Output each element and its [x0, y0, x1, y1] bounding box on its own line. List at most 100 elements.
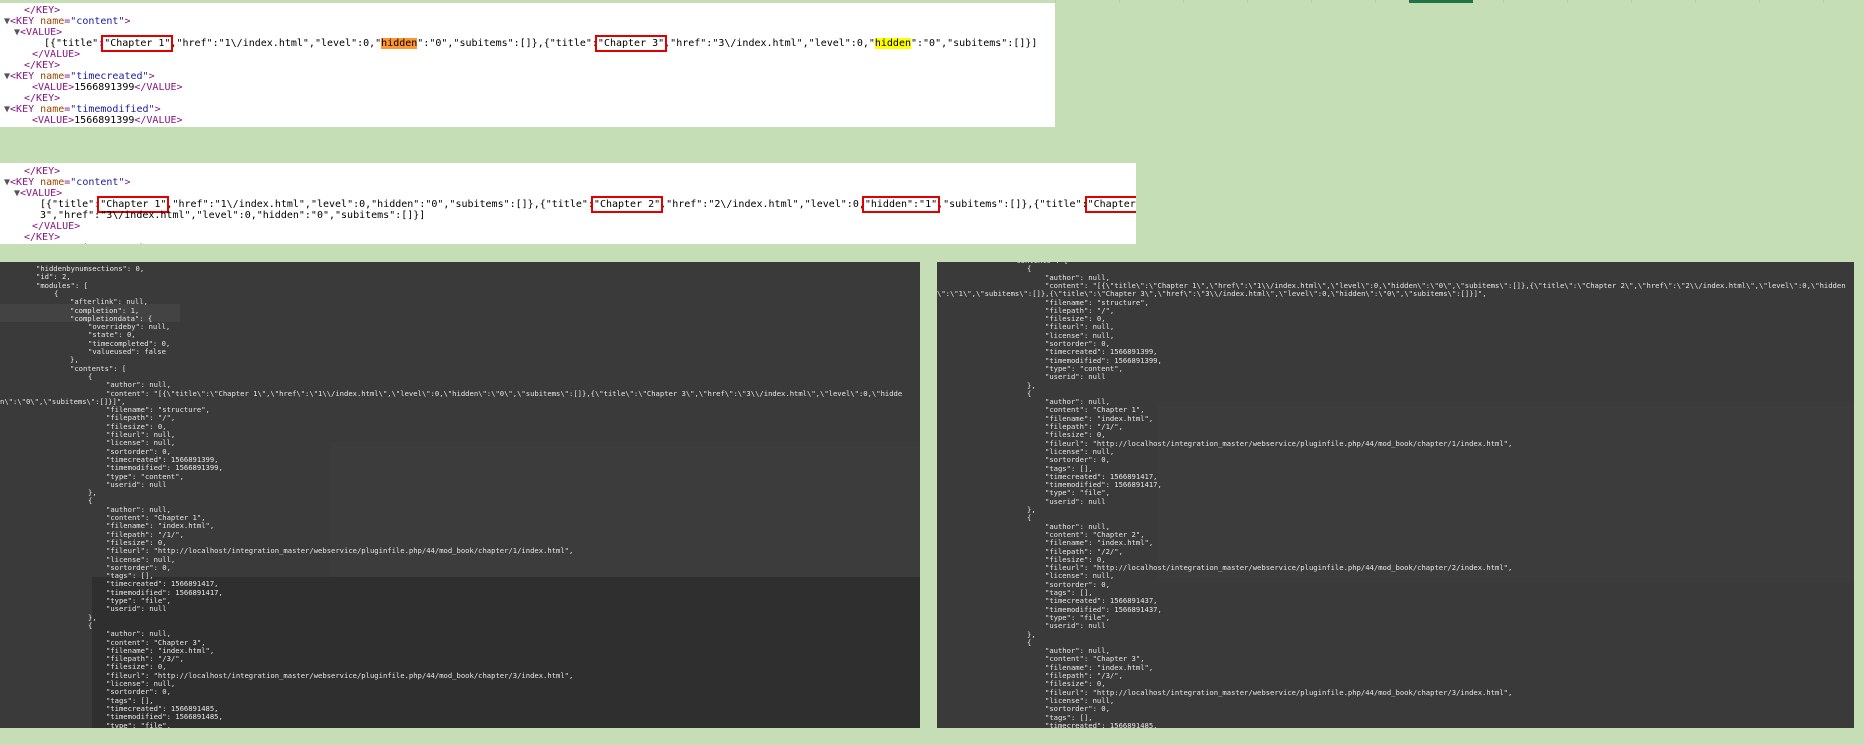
xml-attribute-value: "timecreated"	[70, 243, 148, 244]
json-line: "contents": [	[70, 363, 127, 373]
xml-value-text: 1566891399	[74, 115, 135, 126]
xml-tag-end: >	[124, 177, 131, 188]
xml-closing-tag: </VALUE>	[134, 82, 183, 93]
xml-opening-tag: <KEY	[10, 243, 34, 244]
xml-opening-tag: <KEY	[10, 104, 35, 115]
highlighted-chapter-title: "Chapter 1"	[97, 196, 170, 213]
json-line: "fileurl": "http://localhost/integration…	[106, 546, 574, 556]
json-line: "content": "[{\"title\":\"Chapter 1\",\"…	[106, 388, 903, 398]
find-match: hidden	[874, 38, 911, 49]
json-line: "modules": [	[36, 280, 88, 290]
xml-attribute-name: name	[40, 16, 65, 27]
highlighted-chapter-title: "Chapter 1"	[101, 35, 174, 52]
spreadsheet-column-grid	[1055, 0, 1864, 3]
xml-tag-end: >	[56, 188, 63, 199]
xml-tag-end: >	[56, 27, 63, 38]
xml-closing-tag: </KEY>	[24, 5, 61, 16]
json-line: "userid": null	[106, 479, 167, 489]
xml-line: ▼<KEY name="content">	[4, 177, 131, 188]
highlighted-hidden-flag: "hidden":"1"	[861, 196, 941, 213]
xml-tag-end: >	[124, 16, 131, 27]
xml-line: </KEY>	[24, 93, 60, 104]
json-line: "userid": null	[1045, 621, 1106, 631]
xml-attribute-name: name	[40, 104, 65, 115]
xml-line: </KEY>	[24, 5, 60, 16]
xml-line: ▼<KEY name="timemodified">	[4, 104, 161, 115]
xml-attribute-value: "content"	[70, 16, 125, 27]
json-line: {	[88, 496, 93, 506]
xml-line: [{"title":"Chapter 1","href":"1\/index.h…	[40, 196, 1136, 213]
background-ghost-table	[1157, 402, 1854, 582]
json-line: {	[88, 620, 93, 630]
json-response-left-panel[interactable]: "hiddenbynumsections": 0, "id": 2, "module…	[0, 262, 920, 728]
json-text: [{"title":	[44, 38, 105, 49]
json-line: {	[1027, 513, 1032, 523]
json-line: "fileurl": "http://localhost/integration…	[1045, 438, 1513, 448]
xml-line: ▼<VALUE>	[14, 27, 62, 38]
xml-value-text: 1566891399	[74, 82, 135, 93]
xml-line: ▼<VALUE>	[14, 188, 62, 199]
json-text: 3","href":"3\/index.html","level":0,"hid…	[40, 210, 426, 221]
xml-opening-tag: <KEY	[10, 71, 35, 82]
json-line: "contents": [	[1012, 262, 1068, 265]
xml-attribute-value: "timecreated"	[70, 71, 149, 82]
xml-line: </VALUE>	[32, 221, 80, 232]
json-line: \":\"1\",\"subitems\":[]},{\"title\":\"C…	[937, 289, 1487, 299]
json-response-right-panel[interactable]: "contents": [{"author": null,"content": …	[937, 262, 1854, 728]
xml-closing-tag: </VALUE>	[32, 49, 81, 60]
xml-line: </VALUE>	[32, 49, 80, 60]
highlighted-chapter-title: "Chapter 2"	[590, 196, 664, 213]
xml-opening-tag: <VALUE	[20, 27, 57, 38]
json-text: ,"href":"2\/index.html","level":0,	[660, 199, 865, 210]
json-line: "fileurl": "http://localhost/integration…	[1045, 687, 1513, 697]
xml-view-previous-structure[interactable]: </KEY> ▼<KEY name="content"> ▼<VALUE> [{"ti…	[0, 163, 1136, 244]
json-line: {	[1027, 388, 1032, 398]
json-text: ,"href":"1\/index.html","level":0,"hidde…	[166, 199, 594, 210]
xml-attribute-value: "content"	[70, 177, 125, 188]
xml-attribute-name: name	[40, 243, 64, 244]
json-line: "fileurl": "http://localhost/integration…	[106, 670, 574, 680]
json-line: {	[88, 371, 93, 381]
json-text: ,"href":"3\/index.html","level":0,"	[664, 38, 875, 49]
json-text: ":"0","subitems":[]},{"title":	[417, 38, 598, 49]
xml-opening-tag: <VALUE	[20, 188, 57, 199]
xml-tag-end: >	[149, 243, 155, 244]
xml-line: </KEY>	[24, 166, 60, 177]
json-line: "timecreated": 1566891485,	[1045, 720, 1158, 728]
xml-line: </KEY>	[24, 60, 60, 71]
json-text: [{"title":	[40, 199, 101, 210]
xml-opening-tag: <VALUE>	[32, 115, 75, 126]
xml-view-current-structure[interactable]: </KEY> ▼<KEY name="content"> ▼<VALUE> [{"ti…	[0, 3, 1055, 127]
xml-tag-end: >	[154, 104, 161, 115]
json-text: ,"href":"1\/index.html","level":0,"	[170, 38, 382, 49]
json-line: "fileurl": "http://localhost/integration…	[1045, 563, 1513, 573]
xml-line: [{"title":"Chapter 1","href":"1\/index.h…	[44, 35, 1038, 52]
highlighted-chapter-title: "Chapter	[1084, 196, 1136, 213]
json-line: "userid": null	[1045, 496, 1106, 506]
json-line: "valueused": false	[88, 347, 166, 356]
xml-line: </KEY>	[24, 232, 60, 243]
json-line: {	[1027, 637, 1032, 647]
xml-closing-tag: </KEY>	[24, 232, 61, 243]
json-line: "userid": null	[106, 604, 167, 614]
xml-closing-tag: </KEY>	[24, 166, 61, 177]
xml-tag-end: >	[148, 71, 155, 82]
xml-line: <VALUE>1566891399</VALUE>	[32, 82, 183, 93]
selected-column-marker	[1409, 0, 1473, 3]
xml-line: <VALUE>1566891399</VALUE>	[32, 115, 183, 126]
xml-closing-tag: </VALUE>	[134, 115, 183, 126]
xml-line: ▼<KEY name="content">	[4, 16, 131, 27]
json-text: ":"0","subitems":[]}]	[911, 38, 1038, 49]
xml-line: ▼<KEY name="timecreated">	[4, 71, 155, 82]
xml-attribute-value: "timemodified"	[70, 104, 155, 115]
xml-attribute-name: name	[40, 177, 65, 188]
xml-opening-tag: <VALUE>	[32, 82, 75, 93]
xml-line: 3","href":"3\/index.html","level":0,"hid…	[40, 210, 425, 221]
xml-line: ▼<KEY name="timecreated">	[4, 243, 155, 244]
highlighted-chapter-title: "Chapter 3"	[594, 35, 668, 52]
xml-closing-tag: </VALUE>	[32, 221, 81, 232]
json-text: ,"subitems":[]},{"title":	[937, 199, 1088, 210]
xml-opening-tag: <KEY	[10, 177, 35, 188]
json-line: "type": "file",	[106, 720, 171, 728]
json-line: "userid": null	[1045, 372, 1106, 382]
